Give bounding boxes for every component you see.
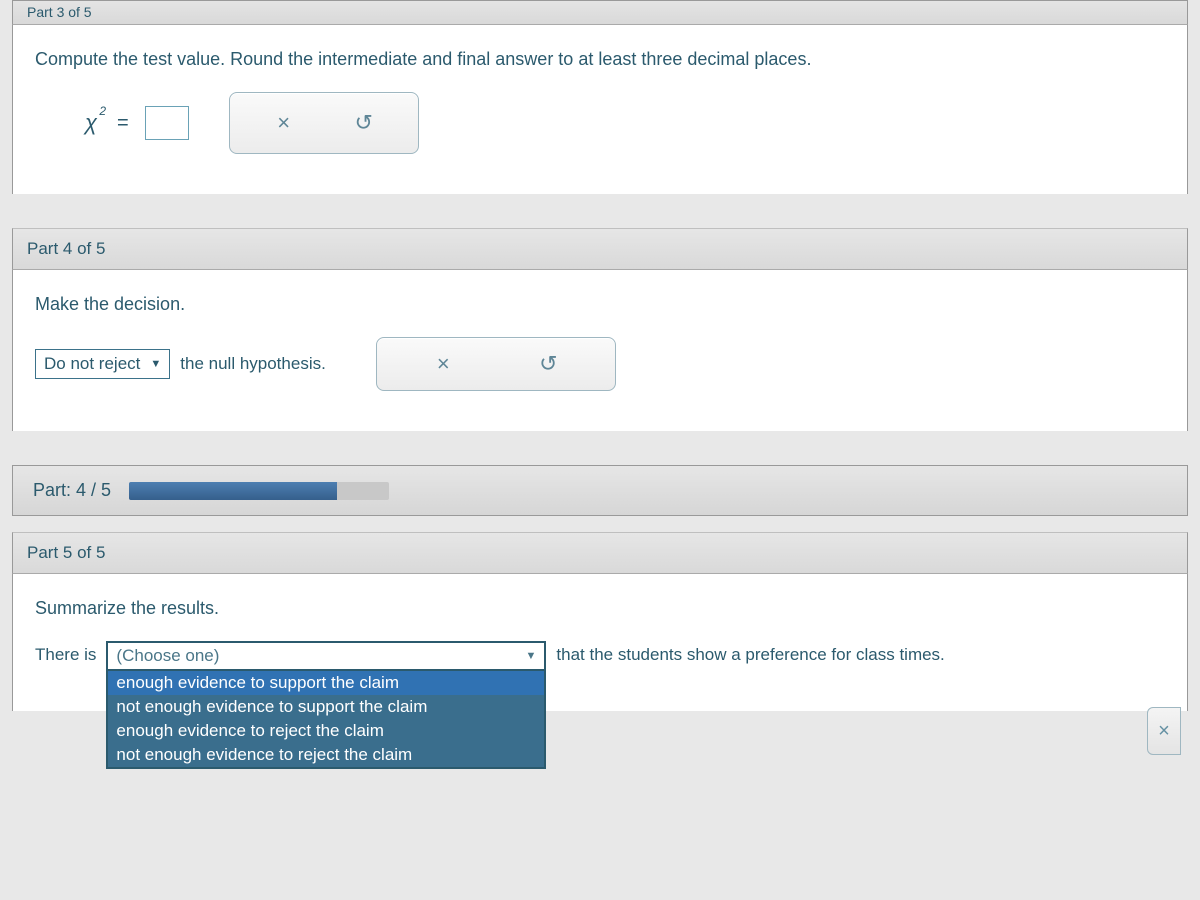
summary-option-3[interactable]: not enough evidence to reject the claim <box>108 743 544 767</box>
clear-icon[interactable]: × <box>425 346 461 382</box>
part-5-instruction: Summarize the results. <box>35 598 1165 619</box>
side-clear-icon[interactable]: × <box>1147 707 1181 755</box>
part-4-instruction: Make the decision. <box>35 294 1165 315</box>
summary-dropdown-selected[interactable]: (Choose one) ▼ <box>106 641 546 671</box>
part-4-header: Part 4 of 5 <box>12 228 1188 270</box>
part-4-toolbox: × ↺ <box>376 337 616 391</box>
chi-symbol: χ 2 <box>85 110 97 136</box>
summary-lead: There is <box>35 641 96 665</box>
summary-row: There is (Choose one) ▼ enough evidence … <box>35 641 1165 671</box>
part-5-header: Part 5 of 5 <box>12 532 1188 574</box>
progress-bar-fill <box>129 482 337 500</box>
summary-dropdown[interactable]: (Choose one) ▼ enough evidence to suppor… <box>106 641 546 671</box>
progress-row: Part: 4 / 5 <box>12 465 1188 516</box>
chi-superscript: 2 <box>99 104 106 118</box>
decision-trailing-text: the null hypothesis. <box>180 354 326 374</box>
summary-option-0[interactable]: enough evidence to support the claim <box>108 671 544 695</box>
progress-label: Part: 4 / 5 <box>33 480 111 501</box>
decision-row: Do not reject ▼ the null hypothesis. × ↺ <box>35 337 1165 391</box>
progress-bar <box>129 482 389 500</box>
part-5-header-label: Part 5 of 5 <box>27 543 105 562</box>
part-3-header-cut: Part 3 of 5 <box>12 0 1188 25</box>
chi-square-input[interactable] <box>145 106 189 140</box>
chevron-down-icon: ▼ <box>150 358 161 370</box>
chevron-down-icon: ▼ <box>526 650 537 662</box>
summary-option-2[interactable]: enough evidence to reject the claim <box>108 719 544 743</box>
summary-dropdown-list: enough evidence to support the claim not… <box>106 671 546 769</box>
part-4-body: Make the decision. Do not reject ▼ the n… <box>12 270 1188 431</box>
part-4-header-label: Part 4 of 5 <box>27 239 105 258</box>
part-3-body: Compute the test value. Round the interm… <box>12 25 1188 194</box>
equals-sign: = <box>117 112 129 135</box>
chi-square-row: χ 2 = × ↺ <box>35 92 1165 154</box>
decision-select[interactable]: Do not reject ▼ <box>35 349 170 379</box>
clear-icon[interactable]: × <box>266 105 302 141</box>
summary-option-1[interactable]: not enough evidence to support the claim <box>108 695 544 719</box>
reset-icon[interactable]: ↺ <box>346 105 382 141</box>
part-3-toolbox: × ↺ <box>229 92 419 154</box>
part-5-body: Summarize the results. There is (Choose … <box>12 574 1188 711</box>
reset-icon[interactable]: ↺ <box>530 346 566 382</box>
decision-select-value: Do not reject <box>44 354 140 374</box>
summary-trailing-text: that the students show a preference for … <box>556 641 944 665</box>
part-3-header-label: Part 3 of 5 <box>27 4 92 20</box>
part-3-instruction: Compute the test value. Round the interm… <box>35 49 1165 70</box>
